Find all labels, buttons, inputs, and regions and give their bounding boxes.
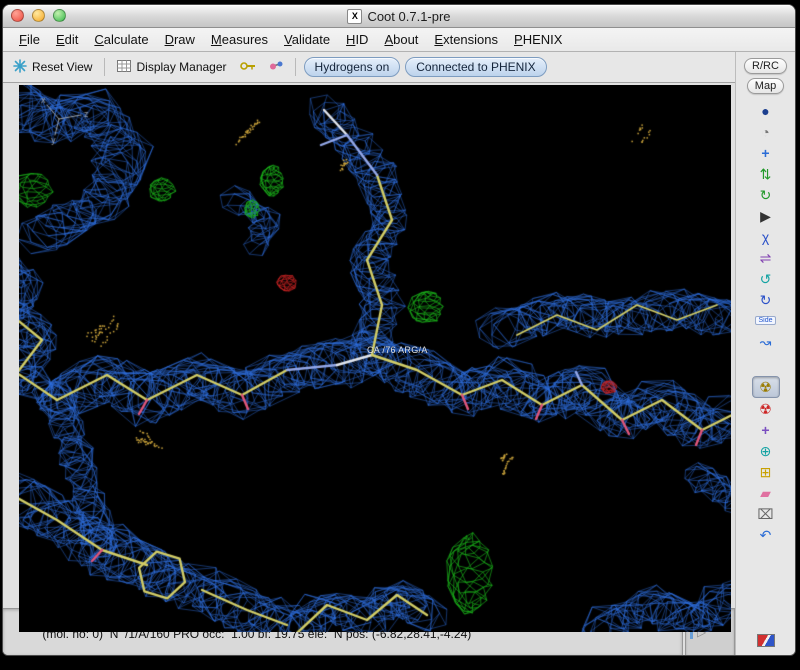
refinement-sphere-icon[interactable]: ●	[751, 100, 781, 121]
minimize-button[interactable]	[32, 9, 45, 22]
reset-view-icon	[13, 58, 27, 76]
menu-about[interactable]: About	[376, 32, 426, 47]
move-atoms-icon[interactable]: +	[751, 142, 781, 163]
rotate-translate-icon[interactable]: ⇅	[751, 163, 781, 184]
scene-flag-icon[interactable]	[751, 630, 781, 651]
menu-extensions[interactable]: Extensions	[426, 32, 506, 47]
right-toolbar: ● ◔ + ⇅ ↻ ▶ χ ⇌ ↺ ↻ Side ↝ ☢ ☢ + ⊕ ⊞ ▰ ⌧ ↶	[736, 100, 795, 655]
side-view-icon[interactable]: Side	[751, 310, 781, 331]
undo-icon[interactable]: ↶	[751, 524, 781, 545]
content-area: Reset View Display Manager Hydrogens on …	[3, 52, 795, 655]
display-manager-icon	[117, 59, 132, 75]
menu-edit[interactable]: Edit	[48, 32, 86, 47]
reset-view-button[interactable]: Reset View	[9, 57, 96, 78]
menu-hid[interactable]: HID	[338, 32, 376, 47]
radiation-warning-icon[interactable]: ☢	[751, 376, 780, 398]
menu-validate[interactable]: Validate	[276, 32, 338, 47]
window-title-text: Coot 0.7.1-pre	[367, 8, 451, 24]
toolbar: Reset View Display Manager Hydrogens on …	[3, 52, 735, 83]
menu-phenix[interactable]: PHENIX	[506, 32, 570, 47]
reset-view-label: Reset View	[32, 60, 93, 74]
menu-measures[interactable]: Measures	[203, 32, 276, 47]
x11-icon: X	[347, 8, 363, 24]
display-manager-label: Display Manager	[136, 60, 227, 74]
hydrogens-toggle-button[interactable]: Hydrogens on	[303, 57, 401, 77]
residue-label: CA /76 ARG/A	[367, 345, 428, 355]
close-button[interactable]	[11, 9, 24, 22]
title-bar[interactable]: X Coot 0.7.1-pre	[3, 5, 795, 28]
coot-window: X Coot 0.7.1-pre File Edit Calculate Draw Me…	[2, 4, 796, 656]
window-title: X Coot 0.7.1-pre	[347, 8, 451, 24]
rrc-button[interactable]: R/RC	[744, 58, 787, 74]
toolbar-separator	[104, 58, 106, 76]
torsion-icon[interactable]: ↻	[751, 184, 781, 205]
add-residue-icon[interactable]: ⊞	[751, 461, 781, 482]
radiation-red-icon[interactable]: ☢	[751, 398, 781, 419]
refine-zone-icon[interactable]: ⊕	[751, 440, 781, 461]
right-panel: R/RC Map ● ◔ + ⇅ ↻ ▶ χ ⇌ ↺ ↻ Side ↝ ☢ ☢ + ⊕ ⊞ ▰ ⌧ ↶	[735, 52, 795, 655]
ball-and-stick-icon	[269, 60, 283, 75]
jiggle-fit-icon[interactable]: ↝	[751, 331, 781, 352]
molecular-viewport-canvas[interactable]	[19, 85, 731, 632]
cross-arrows-icon[interactable]: +	[751, 419, 781, 440]
atom-tool-button[interactable]	[265, 58, 287, 77]
ring-torsion-icon[interactable]: ↻	[751, 289, 781, 310]
toolbar-separator	[294, 58, 296, 76]
run-refine-icon[interactable]: ▶	[751, 205, 781, 226]
phenix-status-button[interactable]: Connected to PHENIX	[405, 57, 547, 77]
backbone-edit-icon[interactable]: ⇌	[751, 247, 781, 268]
viewport-area: CA /76 ARG/A	[3, 83, 735, 632]
menu-draw[interactable]: Draw	[157, 32, 203, 47]
key-tool-button[interactable]	[236, 58, 260, 76]
delete-icon[interactable]: ⌧	[751, 503, 781, 524]
menu-bar: File Edit Calculate Draw Measures Validate HID…	[3, 28, 795, 52]
edit-chi-icon[interactable]: ↺	[751, 268, 781, 289]
map-button[interactable]: Map	[746, 78, 785, 94]
key-icon	[239, 60, 256, 74]
eraser-icon[interactable]: ▰	[751, 482, 781, 503]
menu-file[interactable]: File	[11, 32, 48, 47]
main-column: Reset View Display Manager Hydrogens on …	[3, 52, 735, 655]
display-manager-button[interactable]: Display Manager	[113, 58, 230, 77]
menu-calculate[interactable]: Calculate	[86, 32, 156, 47]
window-controls	[11, 9, 66, 22]
zoom-button[interactable]	[53, 9, 66, 22]
timer-icon[interactable]: ◔	[751, 121, 781, 142]
rotamer-icon[interactable]: χ	[751, 226, 781, 247]
